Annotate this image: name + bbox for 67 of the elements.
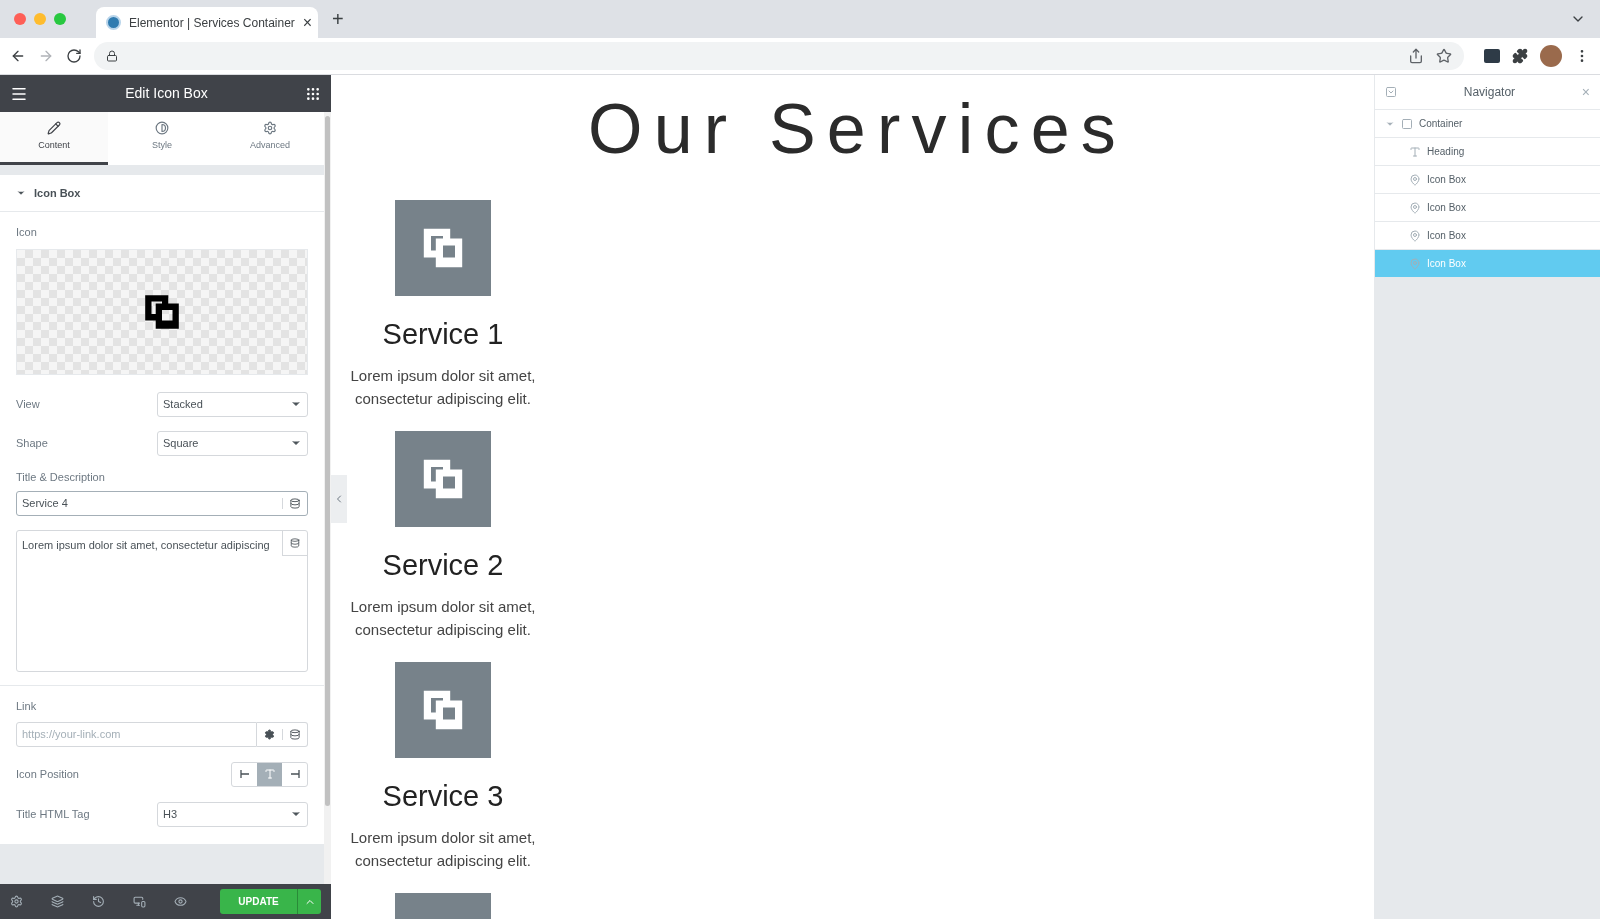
service-description: Lorem ipsum dolor sit amet, consectetur adipiscing elit.	[349, 366, 537, 409]
close-tab-button[interactable]: ×	[302, 10, 313, 35]
settings-icon	[263, 121, 277, 136]
browser-tab[interactable]: Elementor | Services Container ×	[96, 7, 318, 38]
pencil-icon	[47, 121, 61, 136]
scrollbar-thumb[interactable]	[325, 116, 330, 806]
pin-icon	[1409, 173, 1421, 186]
settings-icon[interactable]	[10, 895, 23, 908]
preview-icon[interactable]	[174, 895, 187, 908]
dynamic-tags-icon[interactable]	[282, 531, 307, 556]
link-field[interactable]: https://your-link.com	[16, 721, 257, 747]
address-field[interactable]	[94, 42, 1464, 70]
select-field[interactable]: H3	[157, 801, 308, 827]
panel-tab[interactable]: Style	[108, 112, 216, 165]
navigator-title: Navigator	[1463, 84, 1516, 101]
align-right-icon	[288, 768, 301, 780]
service-title: Service 3	[382, 779, 504, 814]
position-toggle[interactable]	[257, 762, 282, 786]
field-label: Link	[15, 699, 38, 714]
panel-tab[interactable]: Advanced	[216, 112, 324, 165]
section-header[interactable]: Icon Box	[0, 175, 324, 212]
new-tab-button[interactable]: +	[332, 4, 344, 34]
pin-icon	[1409, 257, 1421, 270]
navigator-item[interactable]: Icon Box	[1375, 166, 1600, 194]
panel-title: Edit Icon Box	[125, 84, 208, 103]
align-top-icon	[263, 768, 276, 780]
align-left-icon	[238, 768, 251, 780]
bookmark-star-icon[interactable]	[1436, 48, 1452, 64]
reload-icon[interactable]	[66, 48, 82, 64]
heading-icon	[1409, 145, 1421, 158]
service-description: Lorem ipsum dolor sit amet, consectetur adipiscing elit.	[349, 828, 537, 871]
wordpress-icon	[106, 15, 121, 30]
navigator-item[interactable]: Icon Box	[1375, 194, 1600, 222]
avatar[interactable]	[1540, 45, 1562, 67]
navigator-item[interactable]: Icon Box	[1375, 222, 1600, 250]
navigator-item[interactable]: Heading	[1375, 138, 1600, 166]
pin-icon	[1409, 201, 1421, 214]
description-field[interactable]: Lorem ipsum dolor sit amet, consectetur adipiscing	[16, 530, 308, 672]
field-label: View	[16, 396, 40, 412]
field-label: Title HTML Tag	[16, 806, 90, 822]
collapse-panel-handle[interactable]	[331, 475, 347, 523]
service-title: Service 1	[382, 317, 504, 352]
service-description: Lorem ipsum dolor sit amet, consectetur adipiscing elit.	[349, 597, 537, 640]
field-label: Shape	[16, 435, 48, 451]
share-icon[interactable]	[1408, 48, 1424, 64]
icon-preview[interactable]	[16, 248, 308, 375]
page-heading: Our Services	[588, 89, 1127, 170]
back-icon[interactable]	[10, 48, 26, 64]
select-field[interactable]: Square	[157, 430, 308, 456]
panel-tab[interactable]: Content	[0, 112, 108, 165]
container-icon	[1401, 117, 1413, 130]
puzzle-icon[interactable]	[1512, 48, 1528, 64]
navigator-item[interactable]: Container	[1375, 110, 1600, 138]
title-field[interactable]: Service 4	[16, 491, 308, 516]
contrast-icon	[155, 121, 169, 136]
pin-icon	[1409, 229, 1421, 242]
select-field[interactable]: Stacked	[157, 391, 308, 417]
lock-icon	[106, 50, 118, 62]
field-label: Icon Position	[16, 766, 79, 782]
history-icon[interactable]	[92, 895, 105, 908]
widgets-grid-icon[interactable]	[305, 85, 321, 102]
field-label: Title & Description	[15, 469, 106, 485]
field-label: Icon	[15, 225, 38, 240]
layers-icon[interactable]	[51, 895, 64, 908]
responsive-icon[interactable]	[133, 895, 146, 908]
close-window-button[interactable]	[14, 13, 26, 25]
service-title: Service 2	[382, 548, 504, 583]
